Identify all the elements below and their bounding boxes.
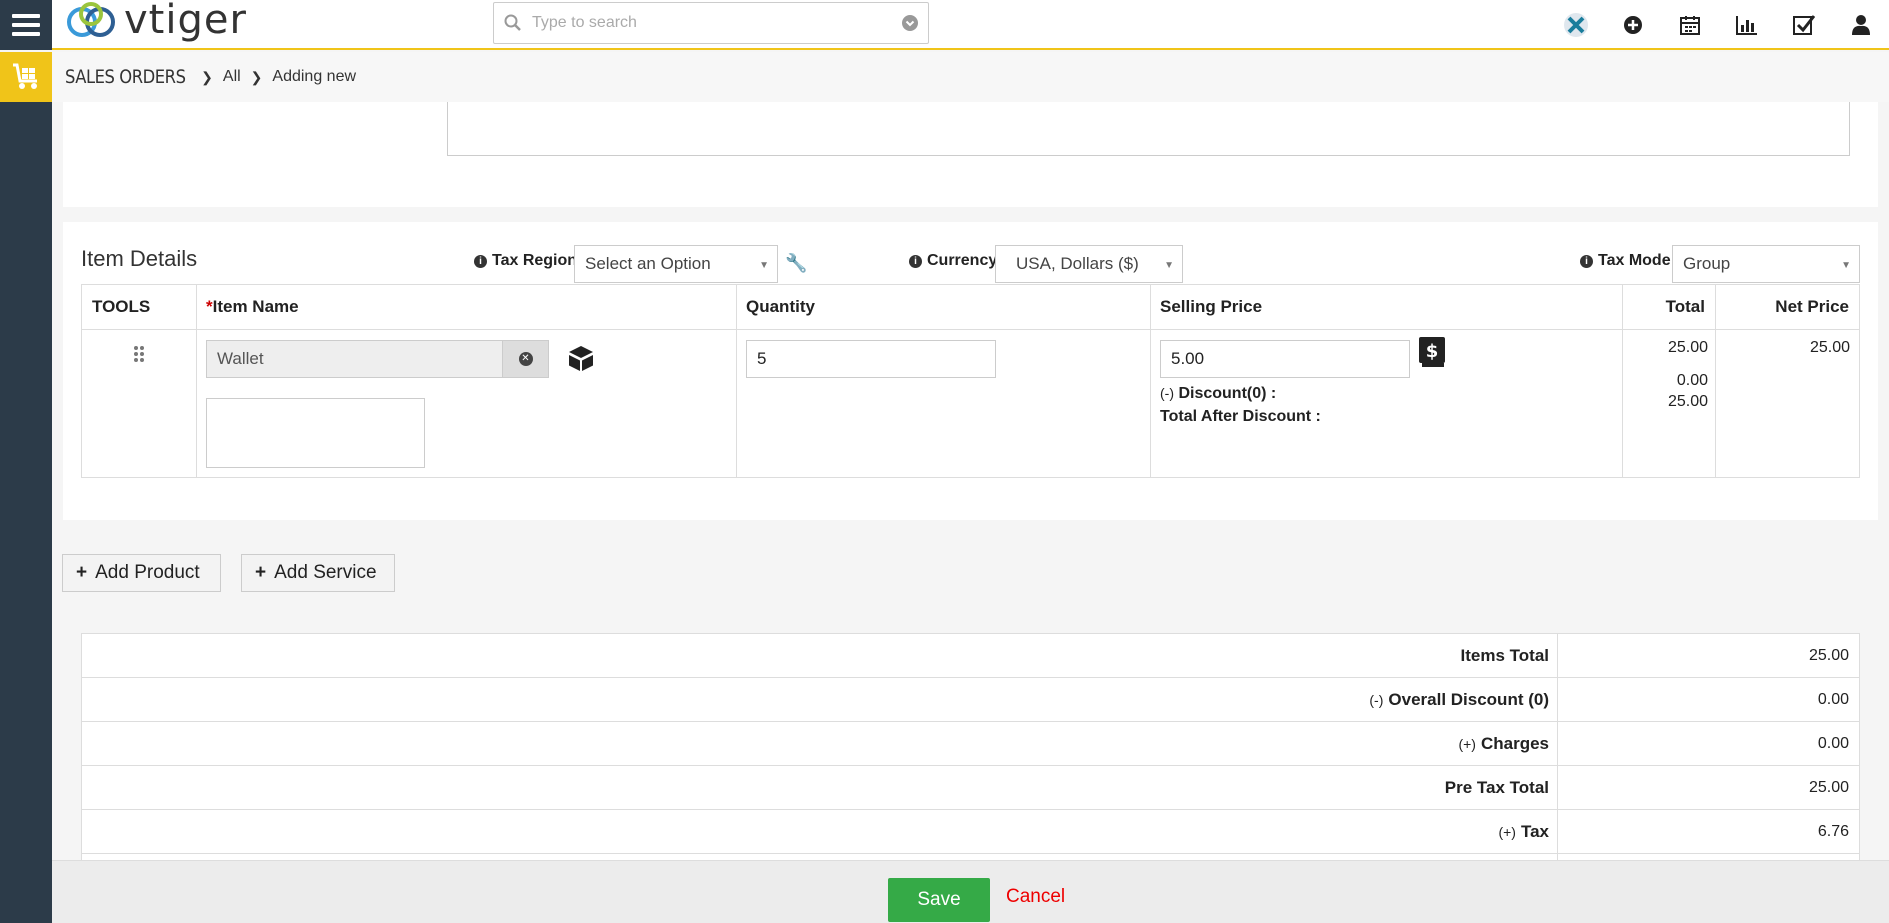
product-popup-icon[interactable]	[566, 343, 596, 378]
add-service-button[interactable]: + Add Service	[241, 554, 395, 592]
logo[interactable]: vtiger	[62, 0, 247, 44]
top-icons	[1547, 0, 1889, 50]
breadcrumb: SALES ORDERS ❯ All ❯ Adding new	[52, 52, 1889, 102]
row-total: 25.00	[1667, 339, 1708, 356]
vtiger-logo-icon	[67, 2, 115, 37]
breadcrumb-separator-icon: ❯	[250, 68, 263, 85]
chevron-down-circle-icon[interactable]	[902, 15, 918, 31]
col-net-price: Net Price	[1775, 297, 1849, 316]
global-search[interactable]: Type to search	[493, 2, 929, 44]
totals-table: Items Total 25.00 (-) Overall Discount (0…	[81, 633, 1860, 863]
caret-down-icon: ▼	[759, 260, 769, 271]
search-icon	[504, 14, 521, 31]
info-icon: i	[474, 254, 487, 268]
calendar-icon[interactable]	[1661, 0, 1718, 50]
total-after-discount-label: Total After Discount :	[1160, 408, 1321, 425]
quick-create-icon[interactable]	[1604, 0, 1661, 50]
totals-row[interactable]: (+) Tax 6.76	[82, 810, 1859, 854]
save-button[interactable]: Save	[888, 878, 990, 922]
breadcrumb-separator-icon: ❯	[201, 68, 213, 85]
item-details-title: Item Details	[81, 246, 198, 271]
user-icon[interactable]	[1832, 0, 1889, 50]
tax-region-select[interactable]: Select an Option ▼	[574, 245, 778, 283]
info-icon: i	[909, 254, 922, 268]
col-item-name: * Item Name	[206, 297, 299, 316]
svg-text:$: $	[1426, 341, 1439, 362]
totals-row[interactable]: (+) Charges 0.00	[82, 722, 1859, 766]
app-switcher-icon[interactable]	[1547, 0, 1604, 50]
row-net-price: 25.00	[1809, 339, 1850, 356]
price-book-icon[interactable]: $	[1417, 336, 1447, 373]
selling-price-input[interactable]: 5.00	[1160, 340, 1410, 378]
caret-down-icon: ▼	[1164, 260, 1174, 271]
tasks-icon[interactable]	[1775, 0, 1832, 50]
col-selling-price: Selling Price	[1160, 297, 1263, 316]
col-tools: TOOLS	[92, 297, 151, 316]
wrench-icon[interactable]: 🔧	[785, 253, 807, 274]
sidebar	[0, 52, 52, 923]
tax-mode-select[interactable]: Group ▼	[1672, 245, 1860, 283]
search-input[interactable]: Type to search	[532, 14, 902, 32]
tax-region-label: i Tax Region	[474, 252, 577, 270]
quantity-input[interactable]: 5	[746, 340, 996, 378]
item-name-input[interactable]: Wallet	[206, 340, 504, 378]
add-product-button[interactable]: + Add Product	[62, 554, 221, 592]
breadcrumb-current: Adding new	[272, 68, 357, 85]
menu-icon[interactable]	[0, 0, 52, 50]
currency-select[interactable]: USA, Dollars ($) ▼	[995, 245, 1183, 283]
col-quantity: Quantity	[746, 297, 815, 316]
item-comment-textarea[interactable]	[206, 398, 425, 468]
totals-row: Pre Tax Total 25.00	[82, 766, 1859, 810]
discount-link[interactable]: (-) Discount(0) :	[1160, 385, 1276, 403]
plus-icon: +	[255, 562, 267, 583]
plus-icon: +	[76, 562, 88, 583]
items-table: TOOLS * Item Name Quantity Selling Price …	[81, 284, 1860, 478]
description-textarea[interactable]	[447, 102, 1850, 156]
drag-handle-icon[interactable]	[133, 345, 145, 368]
col-total: Total	[1665, 297, 1705, 316]
close-icon: ✕	[518, 352, 533, 366]
currency-label: i Currency	[909, 252, 997, 270]
caret-down-icon: ▼	[1841, 260, 1851, 271]
cancel-link[interactable]: Cancel	[1006, 886, 1065, 908]
tax-mode-label: i Tax Mode	[1580, 252, 1671, 270]
totals-row: Items Total 25.00	[82, 634, 1859, 678]
info-icon: i	[1580, 254, 1593, 268]
breadcrumb-module[interactable]: SALES ORDERS	[65, 66, 186, 88]
logo-text: vtiger	[124, 0, 247, 43]
breadcrumb-all[interactable]: All	[223, 68, 241, 86]
clear-item-button[interactable]: ✕	[502, 340, 549, 378]
row-total-after-discount: 25.00	[1667, 393, 1708, 410]
reports-icon[interactable]	[1718, 0, 1775, 50]
row-discount-value: 0.00	[1676, 372, 1708, 389]
sales-order-module-icon[interactable]	[0, 52, 52, 102]
top-bar: vtiger Type to search	[0, 0, 1889, 50]
totals-row[interactable]: (-) Overall Discount (0) 0.00	[82, 678, 1859, 722]
